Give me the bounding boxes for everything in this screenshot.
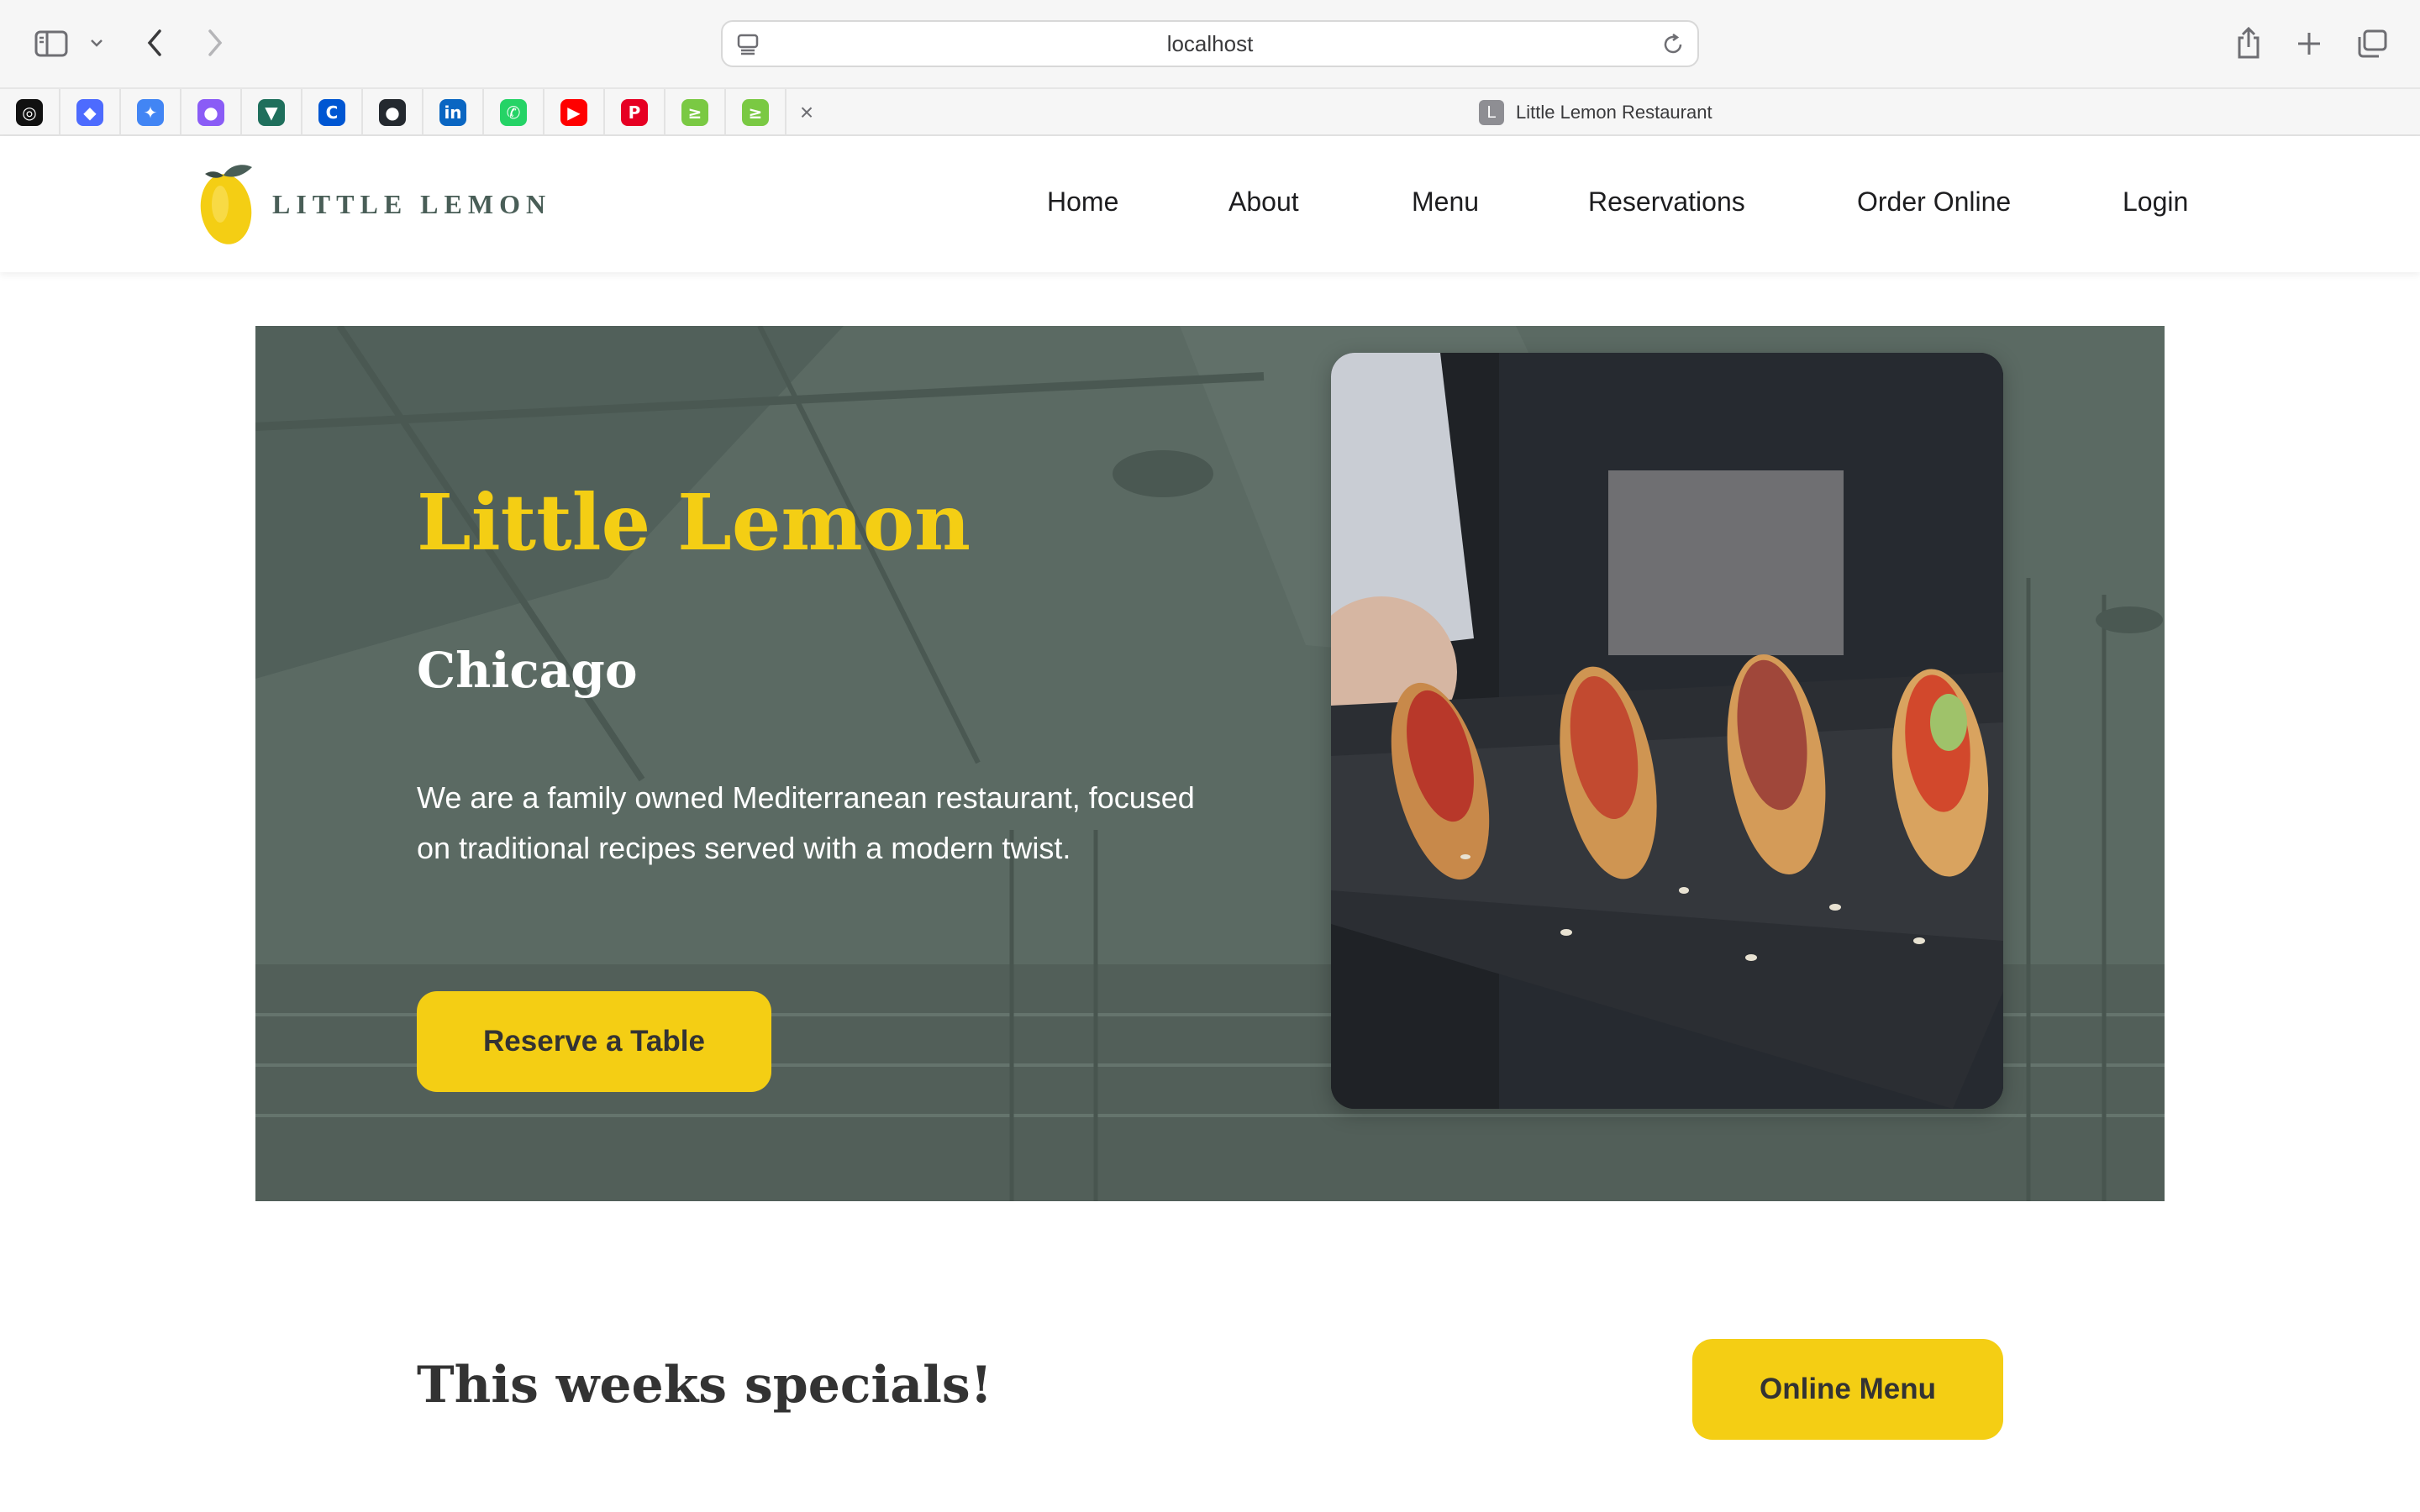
pinned-tab[interactable]: C — [302, 89, 363, 136]
openai-icon: ◎ — [16, 99, 43, 126]
pinned-tab[interactable]: ✦ — [121, 89, 182, 136]
tab-favicon: L — [1479, 100, 1504, 125]
nav-home[interactable]: Home — [1047, 186, 1118, 218]
online-menu-button[interactable]: Online Menu — [1692, 1339, 2003, 1440]
copilot-icon: ● — [197, 99, 224, 126]
site-logo[interactable]: LITTLE LEMON — [198, 158, 551, 250]
linkedin-icon: in — [439, 99, 466, 126]
share-icon[interactable] — [2230, 24, 2267, 62]
pinned-tab[interactable]: ◆ — [60, 89, 121, 136]
pinned-tab[interactable]: ✆ — [484, 89, 544, 136]
tab-strip: ◎ ◆ ✦ ● ▼ C ● in ✆ ▶ P ≥ ≥ × L Little Lemon Restaura… — [0, 87, 2420, 136]
sidebar-toggle-icon[interactable] — [32, 25, 71, 62]
pinned-tab[interactable]: ▶ — [544, 89, 605, 136]
active-tab[interactable]: L Little Lemon Restaurant — [1479, 89, 1712, 136]
whatsapp-icon: ✆ — [500, 99, 527, 126]
deepseek-icon: ◆ — [76, 99, 103, 126]
chevron-down-icon[interactable] — [84, 30, 109, 55]
page-viewport: LITTLE LEMON Home About Menu Reservation… — [0, 136, 2420, 1512]
nav-login[interactable]: Login — [2123, 186, 2188, 218]
back-icon[interactable] — [138, 25, 171, 60]
pinned-tab[interactable]: ◎ — [0, 89, 60, 136]
forward-icon[interactable] — [198, 25, 232, 60]
browser-chrome: localhost ◎ ◆ ✦ ● ▼ C ● in ✆ ▶ P ≥ ≥ × L Little Lemo… — [0, 0, 2420, 136]
browser-toolbar: localhost — [0, 0, 2420, 87]
specials-title: This weeks specials! — [417, 1356, 992, 1415]
new-tab-icon[interactable] — [2291, 25, 2328, 62]
pinned-tab[interactable]: ≥ — [666, 89, 726, 136]
github-icon: ● — [379, 99, 406, 126]
hero-subtitle: Chicago — [417, 642, 638, 699]
pinned-tab[interactable]: ≥ — [726, 89, 786, 136]
pinned-tab[interactable]: ● — [182, 89, 242, 136]
nav-order-online[interactable]: Order Online — [1857, 186, 2011, 218]
address-bar[interactable]: localhost — [721, 20, 1699, 67]
pinned-tab[interactable]: ▼ — [242, 89, 302, 136]
pinned-tab[interactable]: P — [605, 89, 666, 136]
hero-description: We are a family owned Mediterranean rest… — [417, 780, 1195, 865]
pinned-tab[interactable]: in — [424, 89, 484, 136]
tab-title: Little Lemon Restaurant — [1516, 102, 1712, 123]
hero-title: Little Lemon — [417, 477, 971, 568]
nav-about[interactable]: About — [1228, 186, 1299, 218]
vue-icon: ▼ — [258, 99, 285, 126]
pinned-tab[interactable]: ● — [363, 89, 424, 136]
reserve-table-button[interactable]: Reserve a Table — [417, 991, 771, 1092]
leetcode-icon: ≥ — [681, 99, 708, 126]
nav-reservations[interactable]: Reservations — [1588, 186, 1745, 218]
hero-section: Little Lemon Chicago We are a family own… — [255, 326, 2165, 1201]
coursera-icon: C — [318, 99, 345, 126]
url-text: localhost — [1166, 31, 1254, 56]
reload-icon[interactable] — [1660, 32, 1686, 61]
lemon-icon — [200, 165, 252, 244]
tab-overview-icon[interactable] — [2353, 25, 2391, 62]
close-icon[interactable]: × — [790, 96, 823, 129]
gemini-icon: ✦ — [137, 99, 164, 126]
nav-menu[interactable]: Menu — [1412, 186, 1479, 218]
pinterest-icon: P — [621, 99, 648, 126]
leetcode-icon: ≥ — [742, 99, 769, 126]
logo-text: LITTLE LEMON — [272, 188, 552, 219]
youtube-icon: ▶ — [560, 99, 587, 126]
site-header: LITTLE LEMON Home About Menu Reservation… — [0, 136, 2420, 272]
hero-food-image — [1331, 353, 2003, 1109]
